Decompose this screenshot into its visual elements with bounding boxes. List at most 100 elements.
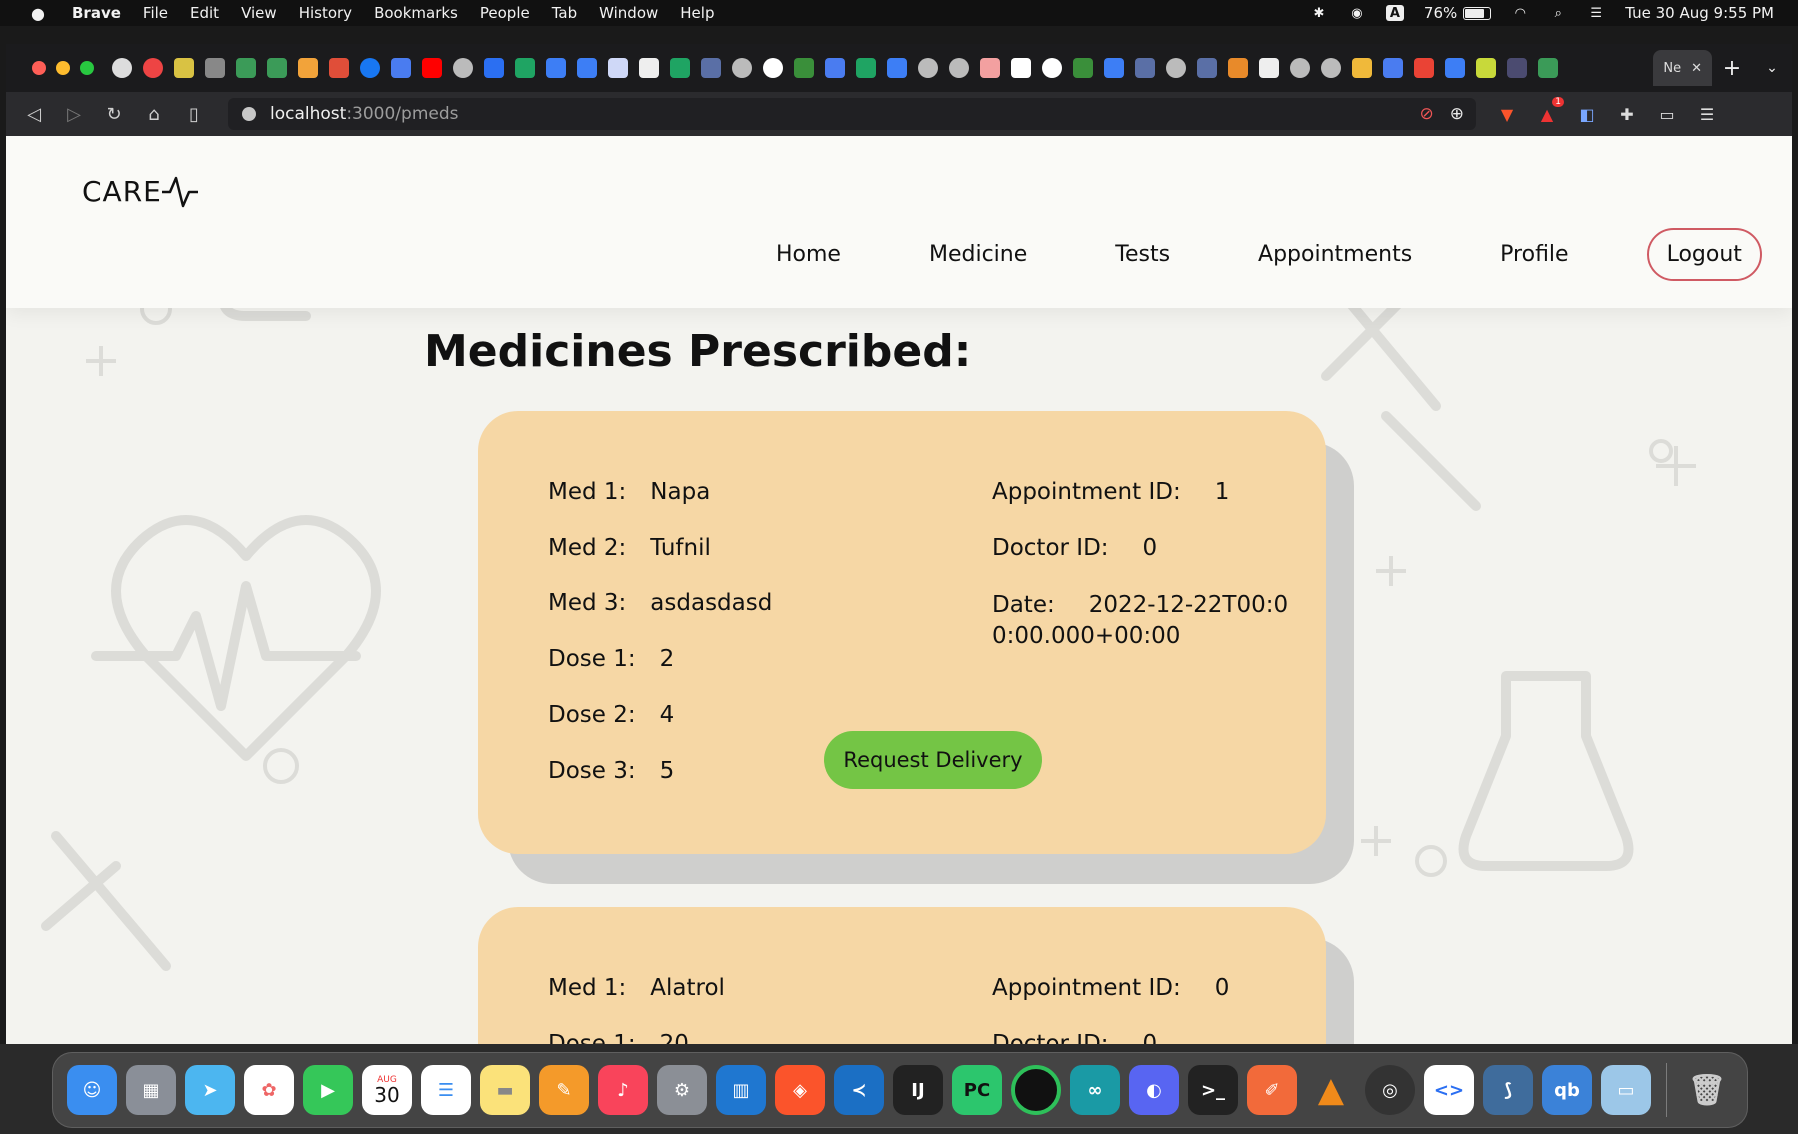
vscode-icon[interactable]: ≺ (834, 1065, 884, 1115)
tab-favicon[interactable] (639, 58, 659, 78)
menu-view[interactable]: View (241, 4, 277, 22)
notes-icon[interactable]: ▬ (480, 1065, 530, 1115)
sheets-icon[interactable] (856, 58, 876, 78)
tab-favicon[interactable] (1073, 58, 1093, 78)
maps-icon[interactable]: ➤ (185, 1065, 235, 1115)
google-icon[interactable] (1042, 58, 1062, 78)
menu-help[interactable]: Help (680, 4, 714, 22)
menu-people[interactable]: People (480, 4, 530, 22)
vlc-icon[interactable]: ▲ (1306, 1065, 1356, 1115)
menu-app-name[interactable]: Brave (72, 4, 121, 22)
facetime-icon[interactable]: ▶ (303, 1065, 353, 1115)
tab-favicon[interactable] (794, 58, 814, 78)
app-ring-icon[interactable] (1011, 1065, 1061, 1115)
tab-favicon[interactable] (887, 58, 907, 78)
arduino-icon[interactable]: ∞ (1070, 1065, 1120, 1115)
site-info-icon[interactable] (242, 107, 256, 121)
tab-favicon[interactable] (1166, 58, 1186, 78)
browser-menu-icon[interactable]: ☰ (1696, 103, 1718, 125)
new-tab-button[interactable]: + (1712, 56, 1752, 81)
menu-bookmarks[interactable]: Bookmarks (374, 4, 458, 22)
docs-icon[interactable] (391, 58, 411, 78)
docs-icon[interactable] (825, 58, 845, 78)
close-tab-icon[interactable]: ✕ (1691, 61, 1702, 76)
menu-history[interactable]: History (299, 4, 352, 22)
facebook-icon[interactable] (360, 58, 380, 78)
gmail-icon[interactable] (1414, 58, 1434, 78)
nav-appointments[interactable]: Appointments (1258, 242, 1412, 267)
tab-favicon[interactable] (1321, 58, 1341, 78)
sheets-icon[interactable] (515, 58, 535, 78)
tab-favicon[interactable] (174, 58, 194, 78)
discord-icon[interactable]: ◐ (1129, 1065, 1179, 1115)
qbittorrent-icon[interactable]: qb (1542, 1065, 1592, 1115)
tab-favicon[interactable] (1228, 58, 1248, 78)
spotlight-search-icon[interactable]: ⌕ (1549, 5, 1567, 21)
logout-button[interactable]: Logout (1646, 228, 1762, 281)
pycharm-icon[interactable]: PC (952, 1065, 1002, 1115)
trash-icon[interactable]: 🗑 (1682, 1065, 1732, 1115)
menu-file[interactable]: File (143, 4, 168, 22)
request-delivery-button[interactable]: Request Delivery (824, 731, 1042, 789)
forward-button[interactable]: ▷ (54, 104, 94, 125)
brave-rewards-icon[interactable]: ▲ 1 (1536, 97, 1564, 125)
tab-favicon[interactable] (701, 58, 721, 78)
nav-home[interactable]: Home (776, 242, 841, 267)
mysql-workbench-icon[interactable]: ⟆ (1483, 1065, 1533, 1115)
tab-favicon[interactable] (732, 58, 752, 78)
tab-favicon[interactable] (112, 58, 132, 78)
apple-menu-icon[interactable]: ● (26, 4, 50, 23)
youtube-icon[interactable] (422, 58, 442, 78)
play-status-icon[interactable]: ◉ (1348, 5, 1366, 21)
active-tab[interactable]: Ne ✕ (1653, 50, 1712, 86)
tab-favicon[interactable] (608, 58, 628, 78)
minimize-window-button[interactable] (56, 61, 70, 75)
docs-icon[interactable] (1383, 58, 1403, 78)
drive-icon[interactable] (236, 58, 256, 78)
tab-favicon[interactable] (1197, 58, 1217, 78)
tab-favicon[interactable] (298, 58, 318, 78)
care-logo[interactable]: CARE (82, 174, 198, 208)
tab-favicon[interactable] (143, 58, 163, 78)
intellij-icon[interactable]: IJ (893, 1065, 943, 1115)
back-button[interactable]: ◁ (14, 104, 54, 125)
reload-button[interactable]: ↻ (94, 104, 134, 125)
nav-tests[interactable]: Tests (1115, 242, 1170, 267)
calendar-icon[interactable]: AUG 30 (362, 1065, 412, 1115)
extensions-icon[interactable]: ✚ (1616, 103, 1638, 125)
tab-favicon[interactable] (1476, 58, 1496, 78)
tab-favicon[interactable] (205, 58, 225, 78)
tab-favicon[interactable] (1445, 58, 1465, 78)
google-icon[interactable] (763, 58, 783, 78)
nav-profile[interactable]: Profile (1500, 242, 1568, 267)
terminal-icon[interactable]: >_ (1188, 1065, 1238, 1115)
reminders-icon[interactable]: ☰ (421, 1065, 471, 1115)
home-button[interactable]: ⌂ (134, 104, 174, 125)
zoom-window-button[interactable] (80, 61, 94, 75)
preview-icon[interactable]: ▭ (1601, 1065, 1651, 1115)
brave-icon[interactable]: ◈ (775, 1065, 825, 1115)
control-center-icon[interactable]: ☰ (1587, 5, 1605, 21)
wifi-icon[interactable]: ◠ (1511, 5, 1529, 21)
blocked-location-icon[interactable]: ⊘ (1420, 104, 1434, 124)
code-editor-icon[interactable]: <> (1424, 1065, 1474, 1115)
tab-favicon[interactable] (1259, 58, 1279, 78)
input-source-icon[interactable]: A (1385, 5, 1404, 21)
launchpad-icon[interactable]: ▦ (126, 1065, 176, 1115)
zoom-icon[interactable]: ⊕ (1450, 104, 1464, 124)
obs-icon[interactable]: ◎ (1365, 1065, 1415, 1115)
tab-favicon[interactable] (577, 58, 597, 78)
bluetooth-icon[interactable]: ✱ (1310, 5, 1328, 21)
tab-favicon[interactable] (1507, 58, 1527, 78)
close-window-button[interactable] (32, 61, 46, 75)
menu-window[interactable]: Window (599, 4, 658, 22)
finder-icon[interactable]: ☺ (67, 1065, 117, 1115)
photos-icon[interactable]: ✿ (244, 1065, 294, 1115)
system-preferences-icon[interactable]: ⚙ (657, 1065, 707, 1115)
figma-icon[interactable] (329, 58, 349, 78)
tab-search-chevron-icon[interactable]: ⌄ (1752, 60, 1792, 76)
drive-icon[interactable] (1538, 58, 1558, 78)
tab-favicon[interactable] (1290, 58, 1310, 78)
drive-icon[interactable] (267, 58, 287, 78)
sketch-tool-icon[interactable]: ✐ (1247, 1065, 1297, 1115)
